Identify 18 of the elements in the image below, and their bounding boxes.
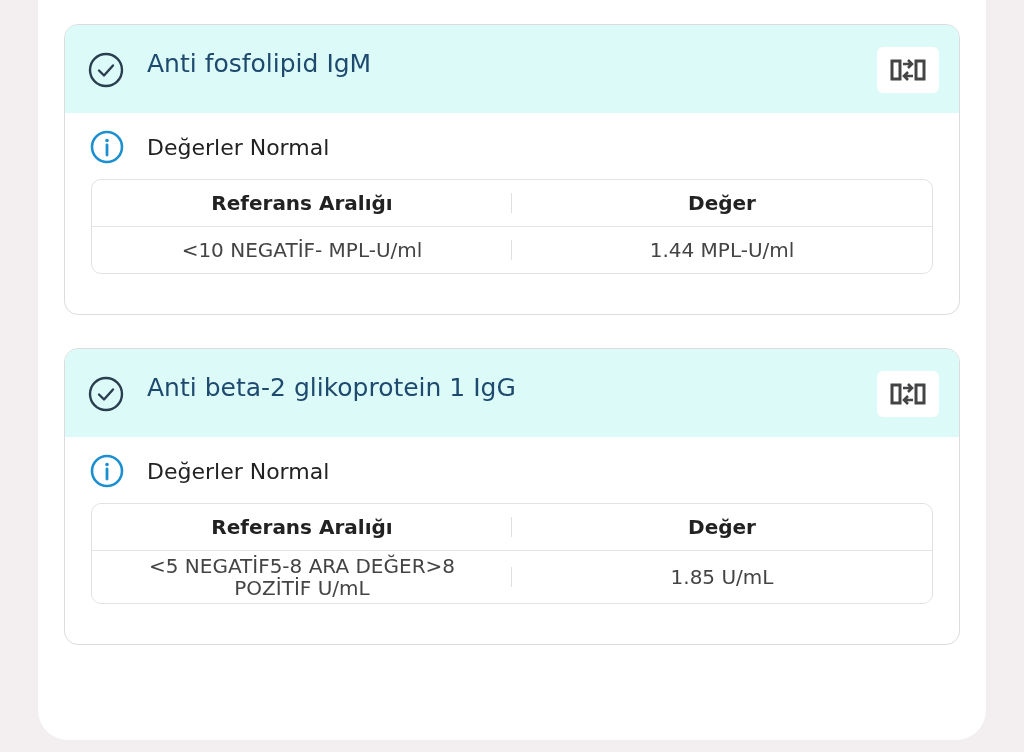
status-text: Değerler Normal <box>147 134 330 160</box>
table-cell: <5 NEGATİF5-8 ARA DEĞER>8 POZİTİF U/mL <box>92 551 512 603</box>
status-text: Değerler Normal <box>147 458 330 484</box>
column-header: Referans Aralığı <box>92 511 512 543</box>
column-header: Değer <box>687 190 757 217</box>
table-cell-text: 1.85 U/mL <box>669 564 775 591</box>
info-icon <box>89 129 125 165</box>
check-circle-icon <box>87 51 125 89</box>
column-header: Referans Aralığı <box>92 187 512 219</box>
check-circle-icon <box>87 375 125 413</box>
info-icon <box>89 453 125 489</box>
column-header: Değer <box>687 514 757 541</box>
test-title: Anti beta-2 glikoprotein 1 IgG <box>147 373 517 402</box>
test-title: Anti fosfolipid IgM <box>147 49 373 78</box>
swap-button[interactable] <box>877 47 939 93</box>
swap-button[interactable] <box>877 371 939 417</box>
table-cell-text: 1.44 MPL-U/ml <box>648 237 796 264</box>
table-cell: <10 NEGATİF- MPL-U/ml <box>92 235 512 265</box>
